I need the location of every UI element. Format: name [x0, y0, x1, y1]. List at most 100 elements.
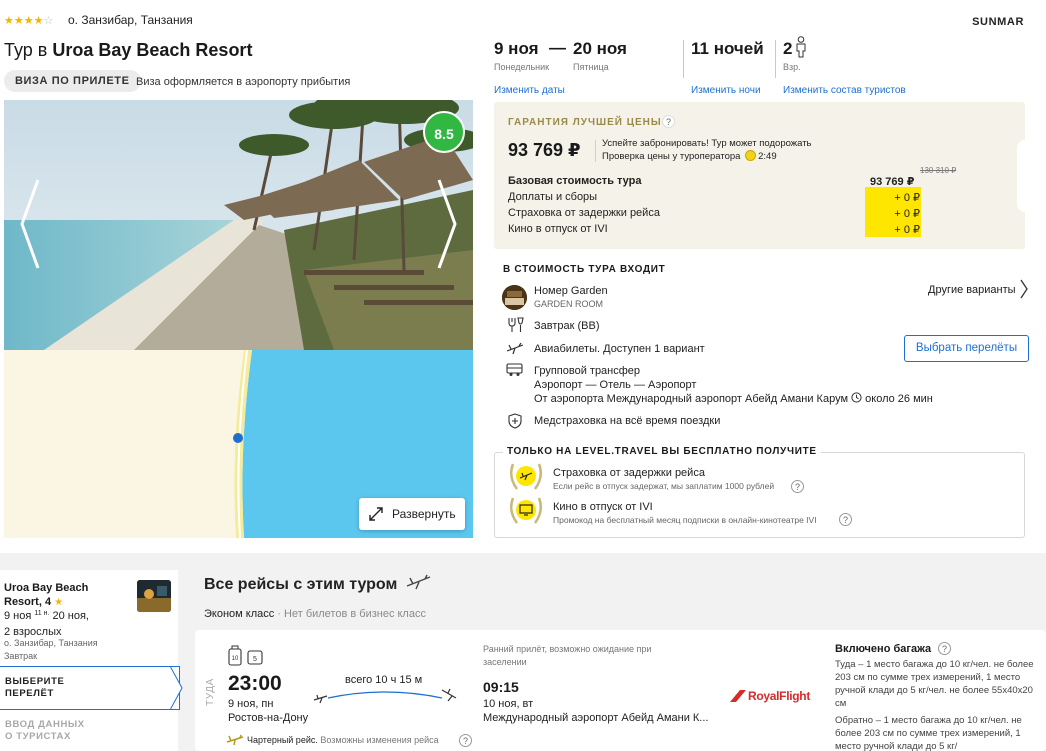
help-icon[interactable]: ? — [459, 734, 472, 747]
title-prefix: Тур в — [4, 40, 53, 60]
delay-insurance-badge-icon — [509, 463, 543, 490]
hotel-photo[interactable] — [4, 100, 473, 350]
change-tourists-link[interactable]: Изменить состав туристов — [783, 85, 906, 96]
date-from: 9 ноя — [494, 39, 539, 58]
price-row-value: + 0 ₽ — [894, 224, 920, 236]
charter-plane-icon — [226, 734, 244, 746]
hotel-stars: ★★★★☆ — [4, 15, 54, 27]
landing-icon — [441, 688, 457, 702]
date-to: 20 ноя — [573, 39, 627, 58]
photo-prev-arrow-icon[interactable] — [18, 176, 44, 272]
baggage-icon: 10 — [228, 645, 242, 666]
summary-hotel-name: Uroa Bay Beach Resort, 4 ★ — [4, 582, 89, 608]
shield-plus-icon — [508, 413, 522, 429]
transfer-airport: От аэропорта Международный аэропорт Абей… — [534, 393, 849, 405]
baggage-outbound: Туда – 1 место багажа до 10 кг/чел. не б… — [835, 659, 1034, 709]
date-separator: — — [549, 38, 566, 57]
page-title: Тур в Uroa Bay Beach Resort — [4, 40, 252, 61]
expand-map-button[interactable]: Развернуть — [359, 498, 465, 530]
airline-name: RoyalFlight — [748, 689, 811, 703]
airline-logo-icon — [730, 690, 746, 702]
included-heading: В СТОИМОСТЬ ТУРА ВХОДИТ — [503, 264, 666, 275]
nights-count: 11 ночей — [691, 39, 764, 58]
price-row-label: Кино в отпуск от IVI — [508, 223, 608, 235]
price-row-label: Базовая стоимость тура — [508, 175, 642, 187]
other-variants-link[interactable]: Другие варианты — [928, 284, 1016, 296]
star-icon: ★ — [54, 597, 64, 608]
visa-badge: ВИЗА ПО ПРИЛЕТЕ — [4, 70, 141, 92]
help-icon[interactable]: ? — [662, 115, 675, 128]
bonus-title: Кино в отпуск от IVI — [553, 501, 653, 513]
departure-city: Ростов-на-Дону — [228, 712, 309, 724]
summary-nights: 11 н. — [34, 610, 50, 617]
help-icon[interactable]: ? — [791, 480, 804, 493]
divider — [775, 40, 776, 78]
direction-label: ТУДА — [205, 678, 216, 706]
bonus-subtitle: Промокод на бесплатный месяц подписки в … — [553, 515, 817, 525]
bonus-box — [494, 452, 1025, 538]
clock-icon — [851, 392, 862, 403]
hand-luggage-icon: 5 — [247, 650, 263, 665]
hotel-location-pin-icon — [233, 433, 243, 443]
room-code: GARDEN ROOM — [534, 299, 604, 309]
plane-icon — [506, 342, 524, 355]
baggage-return: Обратно – 1 место багажа до 10 кг/чел. н… — [835, 715, 1022, 751]
arrival-time: 09:15 — [483, 679, 519, 695]
room-thumbnail — [502, 285, 527, 310]
divider — [683, 40, 684, 78]
medical-insurance: Медстраховка на всё время поездки — [534, 415, 721, 427]
transfer-details: От аэропорта Международный аэропорт Абей… — [534, 392, 933, 406]
flight-route-line — [313, 688, 457, 704]
empty-star-icon: ☆ — [43, 15, 54, 27]
transfer-duration: около 26 мин — [865, 393, 933, 405]
arrival-airport: Международный аэропорт Абейд Амани К... — [483, 712, 709, 724]
step-active-label: ВЫБЕРИТЕ ПЕРЕЛЁТ — [5, 676, 65, 699]
price-urgency-note: Успейте забронировать! Тур может подорож… — [602, 138, 812, 163]
old-price: 130 310 ₽ — [920, 166, 957, 175]
bus-icon — [506, 363, 523, 376]
summary-hotel-thumbnail — [137, 580, 171, 612]
change-dates-link[interactable]: Изменить даты — [494, 85, 565, 96]
urgency-line: Успейте забронировать! Тур может подорож… — [602, 138, 812, 149]
price-check-timer: 2:49 — [758, 151, 777, 162]
price-row-label: Страховка от задержки рейса — [508, 207, 660, 219]
summary-adults: 2 взрослых — [4, 626, 62, 638]
transfer-route: Аэропорт — Отель — Аэропорт — [534, 379, 697, 391]
takeoff-icon — [313, 694, 328, 704]
departure-time: 23:00 — [228, 672, 282, 695]
summary-dates: 9 ноя 11 н. 20 ноя, 2 взрослых — [4, 610, 89, 638]
adults-label: Взр. — [783, 62, 801, 72]
flights-title: Все рейсы с этим туром — [204, 574, 432, 594]
adults-count: 2 — [783, 39, 793, 58]
cinema-badge-icon — [509, 497, 543, 524]
date-to-day: Пятница — [573, 62, 609, 72]
hotel-location: о. Занзибар, Танзания — [68, 13, 193, 27]
arrival-date: 10 ноя, вт — [483, 698, 534, 710]
summary-meal: Завтрак — [4, 651, 38, 661]
price-row-label: Доплаты и сборы — [508, 191, 598, 203]
baggage-title: Включено багажа — [835, 643, 932, 655]
expand-icon — [369, 507, 383, 521]
svg-text:5: 5 — [253, 656, 257, 663]
plane-icon — [406, 574, 431, 590]
urgency-check-line: Проверка цены у туроператора — [602, 151, 741, 162]
chevron-right-icon[interactable] — [1019, 278, 1029, 300]
photo-next-arrow-icon[interactable] — [433, 176, 459, 272]
rating-badge: 8.5 — [423, 111, 465, 153]
price-row-value: + 0 ₽ — [894, 192, 920, 204]
date-from-day: Понедельник — [494, 62, 550, 72]
select-flights-button[interactable]: Выбрать перелёты — [904, 335, 1029, 362]
departure-date: 9 ноя, пн — [228, 698, 274, 710]
change-nights-link[interactable]: Изменить ночи — [691, 85, 761, 96]
cabin-class: Эконом класс · Нет билетов в бизнес клас… — [204, 608, 426, 620]
help-icon[interactable]: ? — [938, 642, 951, 655]
step-tourist-data[interactable]: ВВОД ДАННЫХ О ТУРИСТАХ — [5, 719, 85, 743]
svg-text:10: 10 — [232, 656, 239, 662]
help-icon[interactable]: ? — [839, 513, 852, 526]
expand-label: Развернуть — [392, 507, 456, 521]
timer-icon — [745, 150, 757, 161]
adult-person-icon — [796, 36, 806, 58]
flights-included: Авиабилеты. Доступен 1 вариант — [534, 343, 705, 355]
step-arrow — [170, 666, 183, 710]
transfer-type: Групповой трансфер — [534, 365, 641, 377]
